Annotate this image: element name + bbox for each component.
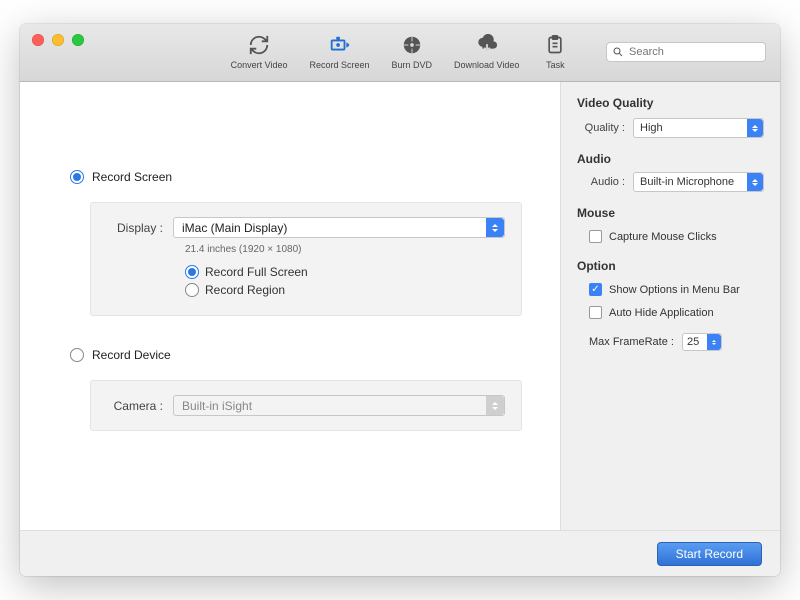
updown-icon: [747, 173, 763, 191]
display-subtext: 21.4 inches (1920 × 1080): [185, 244, 505, 255]
framerate-row: Max FrameRate : 25: [589, 333, 764, 351]
close-icon[interactable]: [32, 34, 44, 46]
section-option: Option: [577, 259, 764, 273]
burn-icon: [398, 32, 426, 58]
download-icon: [473, 32, 501, 58]
body: Record Screen Display : iMac (Main Displ…: [20, 82, 780, 530]
radio-record-region[interactable]: Record Region: [185, 283, 505, 297]
search-input[interactable]: [606, 42, 766, 62]
updown-icon: [747, 119, 763, 137]
radio-label: Record Region: [205, 283, 285, 297]
toolbar: Convert Video Record Screen Burn DVD Dow…: [227, 30, 574, 72]
camera-value: Built-in iSight: [182, 399, 252, 413]
search-wrap: [606, 42, 766, 62]
camera-row: Camera : Built-in iSight: [107, 395, 505, 416]
audio-select[interactable]: Built-in Microphone: [633, 172, 764, 192]
radio-icon: [70, 348, 84, 362]
radio-record-screen[interactable]: Record Screen: [70, 170, 532, 184]
search-icon: [612, 45, 624, 63]
checkbox-icon: [589, 230, 602, 243]
task-icon: [541, 32, 569, 58]
section-audio: Audio: [577, 152, 764, 166]
record-screen-box: Display : iMac (Main Display) 21.4 inche…: [90, 202, 522, 316]
tool-download-video[interactable]: Download Video: [450, 30, 523, 72]
tool-record-screen[interactable]: Record Screen: [305, 30, 373, 72]
tool-label: Record Screen: [309, 60, 369, 70]
checkbox-label: Auto Hide Application: [609, 307, 714, 319]
checkbox-capture-clicks[interactable]: Capture Mouse Clicks: [589, 230, 764, 243]
app-window: Convert Video Record Screen Burn DVD Dow…: [20, 24, 780, 576]
radio-icon: [70, 170, 84, 184]
start-record-button[interactable]: Start Record: [657, 542, 762, 566]
quality-select[interactable]: High: [633, 118, 764, 138]
tool-label: Convert Video: [231, 60, 288, 70]
framerate-label: Max FrameRate :: [589, 336, 674, 348]
updown-icon: [486, 218, 504, 237]
sidebar: Video Quality Quality : High Audio Audio…: [560, 82, 780, 530]
checkbox-auto-hide[interactable]: Auto Hide Application: [589, 306, 764, 319]
radio-record-device[interactable]: Record Device: [70, 348, 532, 362]
display-row: Display : iMac (Main Display): [107, 217, 505, 238]
titlebar: Convert Video Record Screen Burn DVD Dow…: [20, 24, 780, 82]
tool-label: Task: [546, 60, 565, 70]
tool-convert-video[interactable]: Convert Video: [227, 30, 292, 72]
tool-burn-dvd[interactable]: Burn DVD: [388, 30, 437, 72]
radio-label: Record Full Screen: [205, 265, 308, 279]
quality-value: High: [640, 122, 663, 134]
window-controls: [32, 34, 84, 46]
display-label: Display :: [107, 221, 163, 235]
display-value: iMac (Main Display): [182, 221, 287, 235]
framerate-value: 25: [687, 336, 699, 348]
audio-label: Audio :: [577, 176, 625, 188]
footer: Start Record: [20, 530, 780, 576]
minimize-icon[interactable]: [52, 34, 64, 46]
checkbox-icon: [589, 283, 602, 296]
camera-label: Camera :: [107, 399, 163, 413]
checkbox-icon: [589, 306, 602, 319]
radio-icon: [185, 283, 199, 297]
checkbox-show-menubar[interactable]: Show Options in Menu Bar: [589, 283, 764, 296]
tool-label: Burn DVD: [392, 60, 433, 70]
quality-row: Quality : High: [577, 118, 764, 138]
radio-label: Record Screen: [92, 170, 172, 184]
screen-mode-group: Record Full Screen Record Region: [185, 265, 505, 297]
tool-label: Download Video: [454, 60, 519, 70]
tool-task[interactable]: Task: [537, 30, 573, 72]
updown-icon: [707, 334, 721, 350]
radio-icon: [185, 265, 199, 279]
main-panel: Record Screen Display : iMac (Main Displ…: [20, 82, 560, 530]
maximize-icon[interactable]: [72, 34, 84, 46]
audio-row: Audio : Built-in Microphone: [577, 172, 764, 192]
framerate-select[interactable]: 25: [682, 333, 722, 351]
section-mouse: Mouse: [577, 206, 764, 220]
checkbox-label: Capture Mouse Clicks: [609, 231, 717, 243]
record-device-box: Camera : Built-in iSight: [90, 380, 522, 431]
display-select[interactable]: iMac (Main Display): [173, 217, 505, 238]
radio-full-screen[interactable]: Record Full Screen: [185, 265, 505, 279]
section-video-quality: Video Quality: [577, 96, 764, 110]
radio-label: Record Device: [92, 348, 171, 362]
checkbox-label: Show Options in Menu Bar: [609, 284, 740, 296]
camera-select[interactable]: Built-in iSight: [173, 395, 505, 416]
record-icon: [325, 32, 353, 58]
updown-icon: [486, 396, 504, 415]
audio-value: Built-in Microphone: [640, 176, 734, 188]
quality-label: Quality :: [577, 122, 625, 134]
convert-icon: [245, 32, 273, 58]
